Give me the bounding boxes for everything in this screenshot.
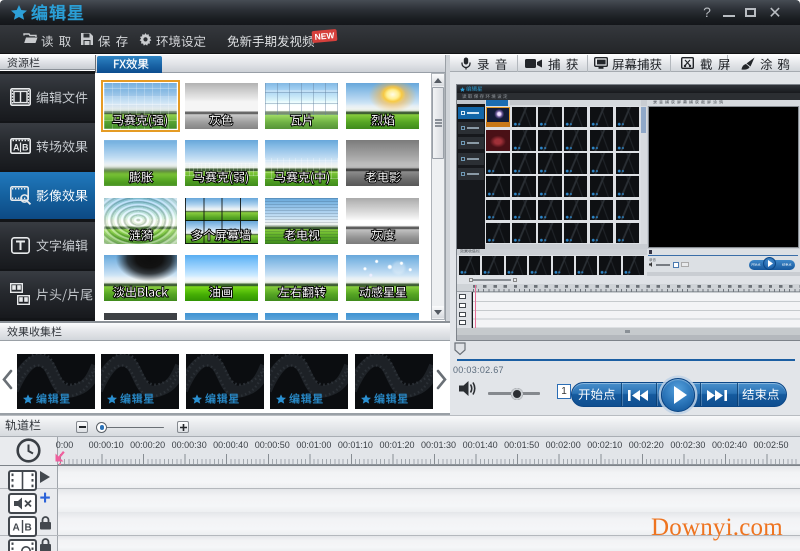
svg-text:B: B bbox=[25, 523, 32, 534]
svg-text:A: A bbox=[13, 523, 20, 534]
svg-text:B: B bbox=[22, 143, 29, 153]
svg-text:A: A bbox=[13, 143, 20, 153]
